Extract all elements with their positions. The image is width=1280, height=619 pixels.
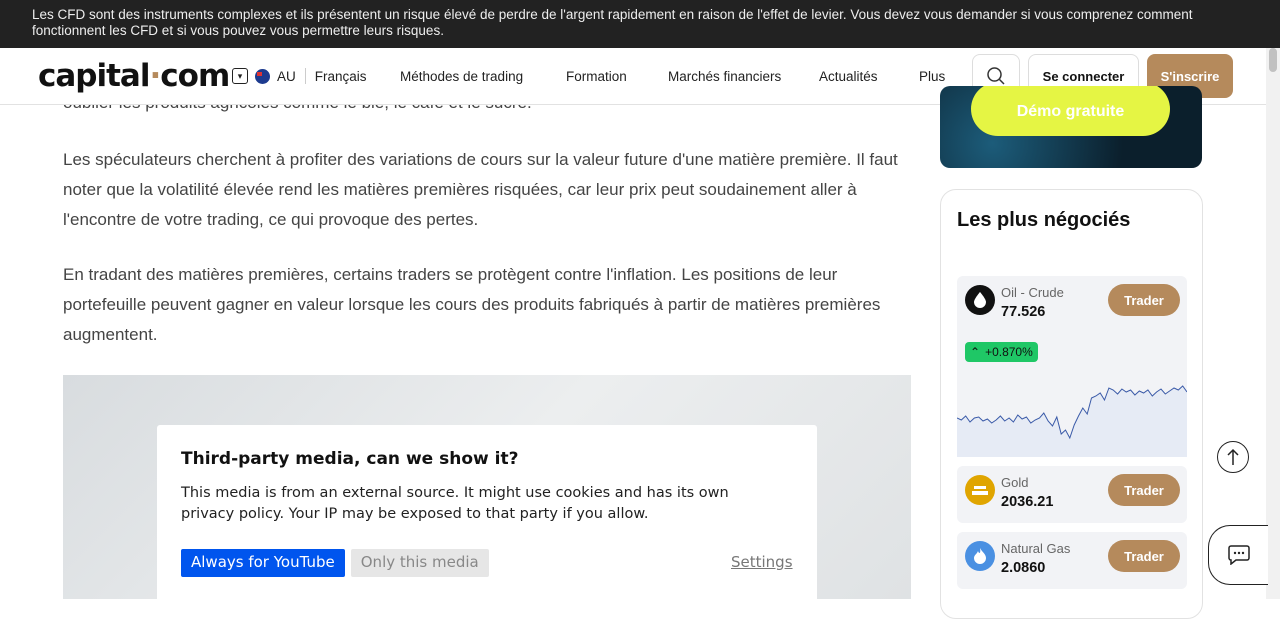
asset-name: Oil - Crude (1001, 285, 1064, 300)
consent-description: This media is from an external source. I… (181, 485, 729, 522)
page-scrollbar[interactable] (1266, 48, 1280, 599)
asset-card-oil[interactable]: Oil - Crude 77.526 Trader ⌃ +0.870% (957, 276, 1187, 457)
scroll-to-top-button[interactable] (1217, 441, 1249, 473)
arrow-up-icon (1227, 448, 1239, 465)
risk-warning-banner: Les CFD sont des instruments complexes e… (0, 0, 1280, 48)
trade-button[interactable]: Trader (1108, 474, 1180, 506)
embedded-media: Third-party media, can we show it? This … (63, 375, 911, 599)
logo-dot: · (149, 58, 161, 94)
nav-more[interactable]: Plus (919, 69, 945, 84)
language-selector[interactable]: ▾ AU Français (232, 68, 367, 84)
consent-settings-link[interactable]: Settings (731, 553, 793, 571)
trade-button[interactable]: Trader (1108, 284, 1180, 316)
asset-price: 77.526 (1001, 304, 1046, 320)
nav-education[interactable]: Formation (566, 69, 627, 84)
risk-warning-text: Les CFD sont des instruments complexes e… (32, 7, 1193, 38)
nav-markets[interactable]: Marchés financiers (668, 69, 781, 84)
asset-name: Gold (1001, 475, 1029, 490)
nav-news[interactable]: Actualités (819, 69, 878, 84)
australia-flag-icon (255, 68, 270, 84)
nav-trading-methods[interactable]: Méthodes de trading (400, 69, 523, 84)
price-change-value: +0.870% (985, 345, 1033, 359)
language-label: Français (314, 68, 367, 84)
asset-price: 2.0860 (1001, 560, 1046, 576)
media-consent-dialog: Third-party media, can we show it? This … (157, 425, 817, 599)
asset-card-gold[interactable]: Gold 2036.21 Trader (957, 466, 1187, 523)
consent-title: Third-party media, can we show it? (181, 449, 519, 469)
article-body: Les spéculateurs cherchent à profiter de… (63, 105, 913, 375)
logo-tld: com (160, 58, 230, 94)
gold-bars-icon (965, 475, 995, 505)
asset-price: 2036.21 (1001, 494, 1054, 510)
most-traded-panel: Les plus négociés Oil - Crude 77.526 Tra… (940, 189, 1203, 619)
logo-main: capital (38, 58, 150, 94)
flame-icon (965, 541, 995, 571)
region-code: AU (277, 68, 296, 84)
asset-name: Natural Gas (1001, 541, 1071, 556)
oil-drop-icon (965, 285, 995, 315)
logo[interactable]: capital·com (38, 58, 230, 94)
demo-promo-card: Démo gratuite (940, 86, 1202, 168)
demo-button[interactable]: Démo gratuite (971, 86, 1170, 136)
allow-once-button[interactable]: Only this media (350, 549, 489, 577)
trade-button[interactable]: Trader (1108, 540, 1180, 572)
chat-button[interactable] (1208, 525, 1268, 585)
sparkline-chart (957, 385, 1187, 457)
search-icon (987, 67, 1005, 85)
asset-card-natural-gas[interactable]: Natural Gas 2.0860 Trader (957, 532, 1187, 589)
divider (304, 68, 306, 84)
sparkline-area (957, 386, 1187, 457)
always-allow-button[interactable]: Always for YouTube (181, 549, 345, 577)
arrow-up-icon: ⌃ (970, 345, 981, 359)
article-paragraph: Les spéculateurs cherchent à profiter de… (63, 150, 898, 229)
chat-icon (1227, 545, 1250, 565)
chevron-down-icon: ▾ (232, 68, 248, 84)
scrollbar-thumb[interactable] (1269, 48, 1277, 72)
price-change-badge: ⌃ +0.870% (965, 342, 1038, 362)
panel-title: Les plus négociés (957, 209, 1131, 231)
article-paragraph: En tradant des matières premières, certa… (63, 265, 881, 344)
